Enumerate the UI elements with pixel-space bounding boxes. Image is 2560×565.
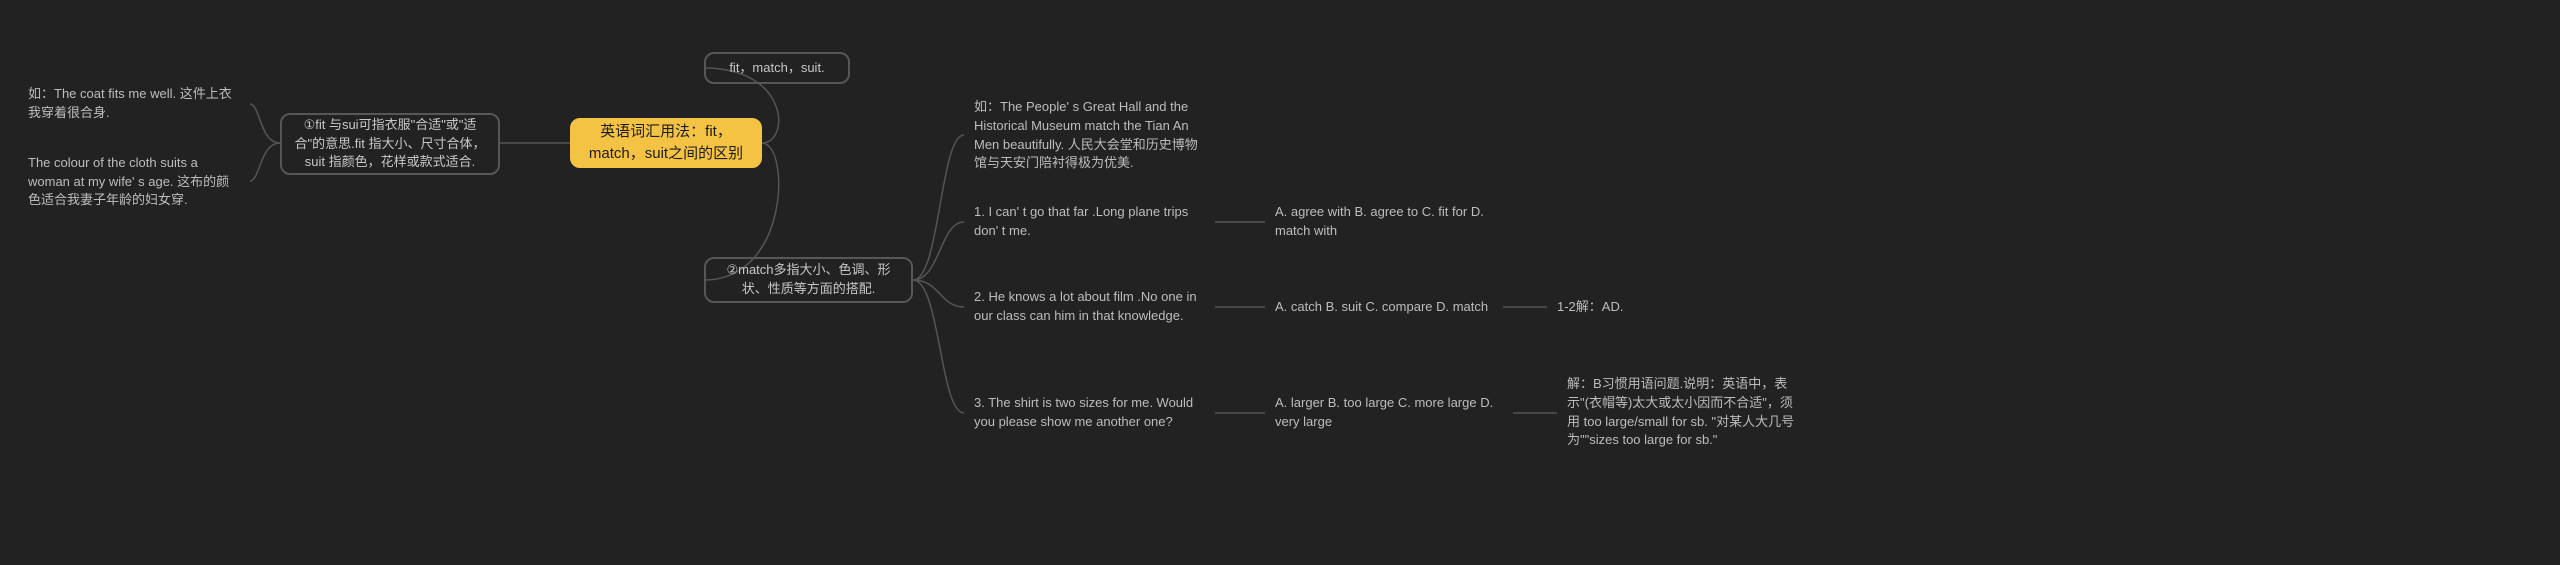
leaf-label: 如：The coat fits me well. 这件上衣我穿着很合身. (28, 85, 241, 123)
leaf-example-colour[interactable]: The colour of the cloth suits a woman at… (18, 157, 251, 207)
node-match-explain[interactable]: ②match多指大小、色调、形状、性质等方面的搭配. (704, 257, 913, 303)
leaf-answer-3[interactable]: 解：B习惯用语问题.说明：英语中，表示"(衣帽等)太大或太小因而不合适"，须用 … (1557, 375, 1813, 450)
leaf-label: 1. I can' t go that far .Long plane trip… (974, 203, 1205, 241)
node-fit-match-suit[interactable]: fit，match，suit. (704, 52, 850, 84)
leaf-label: 1-2解：AD. (1557, 298, 1623, 317)
leaf-label: A. larger B. too large C. more large D. … (1275, 394, 1503, 432)
root-label: 英语词汇用法：fit，match，suit之间的区别 (584, 121, 748, 165)
node-label: ②match多指大小、色调、形状、性质等方面的搭配. (718, 261, 899, 299)
leaf-question-2[interactable]: 2. He knows a lot about film .No one in … (964, 288, 1215, 326)
leaf-label: A. agree with B. agree to C. fit for D. … (1275, 203, 1493, 241)
node-fit-suit-explain[interactable]: ①fit 与sui可指衣服"合适"或"适合"的意思.fit 指大小、尺寸合体，s… (280, 113, 500, 175)
leaf-question-3[interactable]: 3. The shirt is two sizes for me. Would … (964, 394, 1215, 432)
leaf-label: 2. He knows a lot about film .No one in … (974, 288, 1205, 326)
leaf-label: A. catch B. suit C. compare D. match (1275, 298, 1488, 317)
leaf-label: 解：B习惯用语问题.说明：英语中，表示"(衣帽等)太大或太小因而不合适"，须用 … (1567, 375, 1803, 450)
leaf-label: 3. The shirt is two sizes for me. Would … (974, 394, 1205, 432)
leaf-q3-options[interactable]: A. larger B. too large C. more large D. … (1265, 394, 1513, 432)
node-label: ①fit 与sui可指衣服"合适"或"适合"的意思.fit 指大小、尺寸合体，s… (294, 116, 486, 173)
leaf-q2-options[interactable]: A. catch B. suit C. compare D. match (1265, 295, 1503, 319)
root-node[interactable]: 英语词汇用法：fit，match，suit之间的区别 (570, 118, 762, 168)
leaf-answer-12[interactable]: 1-2解：AD. (1547, 295, 1637, 319)
leaf-label: The colour of the cloth suits a woman at… (28, 154, 241, 211)
leaf-example-match[interactable]: 如：The People' s Great Hall and the Histo… (964, 98, 1215, 173)
leaf-q1-options[interactable]: A. agree with B. agree to C. fit for D. … (1265, 203, 1503, 241)
node-label: fit，match，suit. (729, 59, 824, 78)
leaf-label: 如：The People' s Great Hall and the Histo… (974, 98, 1205, 173)
leaf-question-1[interactable]: 1. I can' t go that far .Long plane trip… (964, 203, 1215, 241)
leaf-example-coat[interactable]: 如：The coat fits me well. 这件上衣我穿着很合身. (18, 86, 251, 122)
